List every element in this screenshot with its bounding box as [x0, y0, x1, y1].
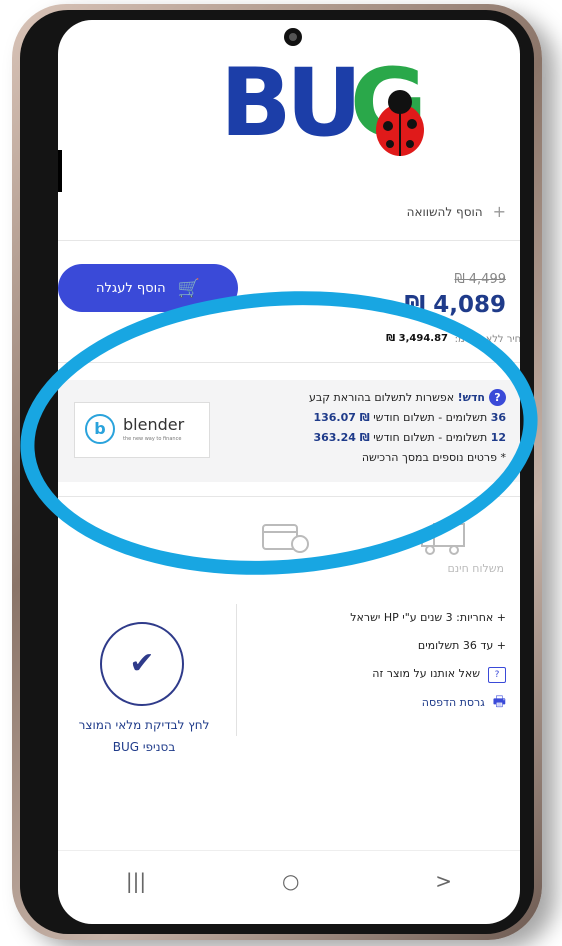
logo-letter-b: B	[220, 49, 292, 158]
print-version-link[interactable]: 🖶גרסת הדפסה	[350, 688, 506, 717]
bug-logo: B U G	[220, 49, 427, 168]
home-button[interactable]: ○	[282, 869, 299, 893]
back-button[interactable]: >	[435, 869, 452, 893]
chat-question-icon: ?	[488, 667, 506, 683]
check-stock-line1: לחץ לבדיקת מלאי המוצר	[78, 718, 210, 732]
free-shipping-label: משלוח חינם	[447, 562, 504, 575]
ladybug-icon	[376, 90, 424, 156]
cart-icon: 🛒	[177, 277, 201, 299]
divider	[58, 240, 520, 241]
check-stock-button[interactable]: ✔	[100, 622, 184, 706]
android-nav-bar: ||| ○ >	[58, 850, 520, 911]
compare-label: הוסף להשוואה	[406, 205, 483, 219]
ask-question-link[interactable]: ?שאל אותנו על מוצר זה	[350, 660, 506, 688]
recents-button[interactable]: |||	[126, 869, 146, 893]
printer-icon: 🖶	[492, 694, 506, 710]
old-price: ₪ 4,499	[454, 272, 506, 287]
plus-icon: +	[492, 202, 506, 221]
product-features: + אחריות: 3 שנים ע"י HP ישראל + עד 36 תש…	[350, 604, 506, 717]
add-to-compare-link[interactable]: + הוסף להשוואה	[407, 202, 506, 221]
add-to-cart-label: הוסף לעגלה	[95, 280, 166, 296]
divider-mark	[58, 150, 62, 192]
check-stock-link[interactable]: לחץ לבדיקת מלאי המוצר בסניפי BUG	[58, 714, 230, 758]
check-stock-line2: בסניפי BUG	[112, 740, 176, 754]
vertical-divider	[236, 604, 237, 736]
installments-item: + עד 36 תשלומים	[417, 639, 506, 652]
warranty-item: + אחריות: 3 שנים ע"י HP ישראל	[350, 611, 506, 624]
